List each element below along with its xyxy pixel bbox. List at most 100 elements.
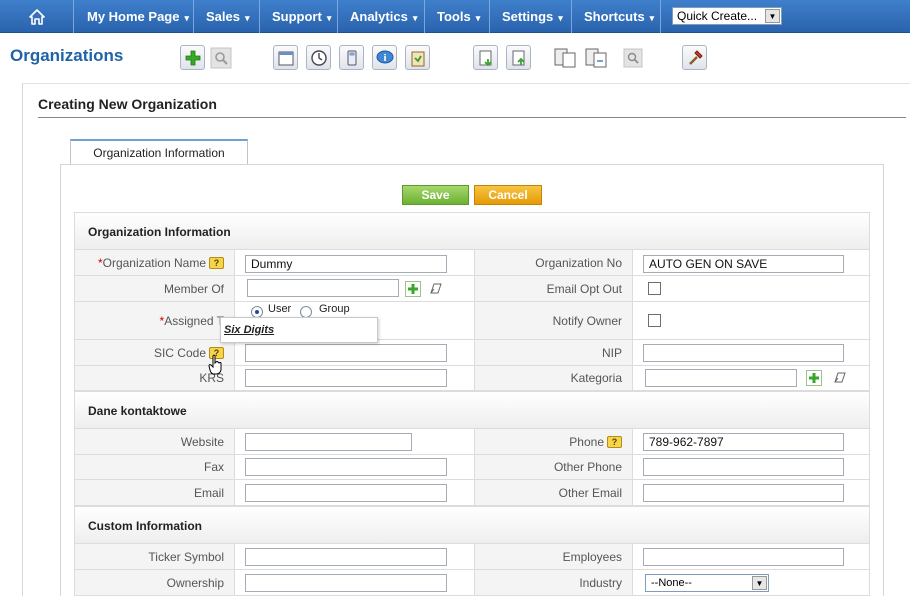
form-row: Ticker Symbol Employees bbox=[74, 544, 870, 570]
nip-label: NIP bbox=[474, 340, 633, 365]
merge-button[interactable] bbox=[552, 45, 577, 70]
industry-value: --None-- bbox=[651, 577, 692, 589]
plus-icon bbox=[408, 284, 418, 294]
employees-input[interactable] bbox=[643, 548, 844, 566]
svg-text:i: i bbox=[383, 54, 386, 64]
other-email-input[interactable] bbox=[643, 484, 844, 502]
hammer-icon bbox=[688, 49, 703, 65]
form-row: Member Of Email Opt Out bbox=[74, 276, 870, 302]
eraser-icon[interactable] bbox=[429, 283, 443, 295]
email-opt-out-label: Email Opt Out bbox=[474, 276, 633, 301]
info-button[interactable]: i bbox=[372, 45, 397, 70]
form-row: KRS Kategoria bbox=[74, 366, 870, 391]
export-icon bbox=[512, 50, 525, 65]
help-icon[interactable]: ? bbox=[607, 435, 622, 448]
ticker-symbol-label: Ticker Symbol bbox=[75, 544, 235, 569]
nav-my-home-page[interactable]: My Home Page ▾ bbox=[75, 0, 194, 33]
settings-button[interactable] bbox=[682, 45, 707, 70]
clock-icon bbox=[310, 49, 327, 66]
clipboard-button[interactable] bbox=[405, 45, 430, 70]
chevron-down-icon: ▾ bbox=[649, 13, 655, 23]
form-row: Email Other Email bbox=[74, 480, 870, 506]
organization-name-label: * Organization Name? bbox=[75, 250, 235, 275]
form-row: * Organization Name? Dummy Organization N… bbox=[74, 250, 870, 276]
chevron-down-icon: ▾ bbox=[184, 13, 190, 23]
sic-code-input[interactable] bbox=[245, 344, 447, 362]
member-of-input[interactable] bbox=[247, 279, 399, 297]
hand-cursor-icon bbox=[208, 354, 222, 375]
nav-label: Tools bbox=[437, 9, 471, 24]
chevron-down-icon: ▾ bbox=[244, 13, 250, 23]
clock-button[interactable] bbox=[306, 45, 331, 70]
website-label: Website bbox=[75, 429, 235, 454]
nav-analytics[interactable]: Analytics ▾ bbox=[338, 0, 425, 33]
other-email-label: Other Email bbox=[474, 480, 633, 505]
other-phone-label: Other Phone bbox=[474, 455, 633, 479]
help-icon[interactable]: ? bbox=[209, 256, 224, 269]
organization-name-input[interactable]: Dummy bbox=[245, 255, 447, 273]
sic-code-tooltip: Six Digits bbox=[220, 317, 378, 343]
form-row: SIC Code? NIP bbox=[74, 340, 870, 366]
export-button[interactable] bbox=[506, 45, 531, 70]
nav-label: Settings bbox=[502, 9, 554, 24]
create-button[interactable] bbox=[180, 45, 205, 70]
form-row: Fax Other Phone bbox=[74, 455, 870, 480]
form-row: Website Phone? 789-962-7897 bbox=[74, 429, 870, 455]
other-phone-input[interactable] bbox=[643, 458, 844, 476]
kategoria-input[interactable] bbox=[645, 369, 797, 387]
top-nav-bar: My Home Page ▾ Sales ▾ Support ▾ Analytics ▾… bbox=[0, 0, 910, 33]
tab-organization-information[interactable]: Organization Information bbox=[70, 139, 248, 165]
divider bbox=[38, 117, 906, 118]
select-kategoria-button[interactable] bbox=[806, 370, 822, 386]
organization-no-input[interactable]: AUTO GEN ON SAVE bbox=[643, 255, 844, 273]
industry-label: Industry bbox=[474, 570, 633, 595]
nip-input[interactable] bbox=[643, 344, 844, 362]
import-button[interactable] bbox=[473, 45, 498, 70]
industry-select[interactable]: --None-- ▼ bbox=[645, 574, 769, 592]
quick-create-select[interactable]: Quick Create... ▼ bbox=[672, 7, 782, 25]
nav-shortcuts[interactable]: Shortcuts ▾ bbox=[572, 0, 661, 33]
nav-settings[interactable]: Settings ▾ bbox=[490, 0, 572, 33]
employees-label: Employees bbox=[474, 544, 633, 569]
calculator-button[interactable] bbox=[339, 45, 364, 70]
section-header-custom: Custom Information bbox=[74, 506, 870, 544]
ownership-input[interactable] bbox=[245, 574, 447, 592]
home-button[interactable] bbox=[0, 0, 74, 33]
calculator-icon bbox=[347, 50, 356, 65]
import-icon bbox=[479, 50, 492, 66]
chevron-down-icon: ▾ bbox=[326, 13, 332, 23]
ownership-label: Ownership bbox=[75, 570, 235, 595]
find-duplicates-button[interactable] bbox=[620, 45, 645, 70]
email-opt-out-checkbox[interactable] bbox=[648, 282, 661, 295]
nav-label: My Home Page bbox=[87, 9, 180, 24]
assign-group-label: Group bbox=[319, 303, 350, 315]
nav-tools[interactable]: Tools ▾ bbox=[425, 0, 490, 33]
ticker-symbol-input[interactable] bbox=[245, 548, 447, 566]
search-button[interactable] bbox=[208, 45, 233, 70]
select-parent-button[interactable] bbox=[405, 281, 421, 297]
nav-label: Sales bbox=[206, 9, 240, 24]
mass-edit-button[interactable] bbox=[583, 45, 608, 70]
calendar-button[interactable] bbox=[273, 45, 298, 70]
krs-input[interactable] bbox=[245, 369, 447, 387]
section-header-contact: Dane kontaktowe bbox=[74, 391, 870, 429]
organization-no-label: Organization No bbox=[474, 250, 633, 275]
search-icon bbox=[210, 47, 231, 68]
website-input[interactable] bbox=[245, 433, 412, 451]
eraser-icon[interactable] bbox=[833, 372, 847, 384]
email-input[interactable] bbox=[245, 484, 447, 502]
label-text: Assigned T bbox=[164, 313, 224, 328]
phone-input[interactable]: 789-962-7897 bbox=[643, 433, 844, 451]
nav-support[interactable]: Support ▾ bbox=[260, 0, 338, 33]
plus-icon bbox=[809, 373, 819, 383]
chevron-down-icon: ▾ bbox=[475, 13, 481, 23]
save-button[interactable]: Save bbox=[402, 185, 469, 205]
fax-input[interactable] bbox=[245, 458, 447, 476]
cancel-button[interactable]: Cancel bbox=[474, 185, 542, 205]
email-label: Email bbox=[75, 480, 235, 505]
chevron-down-icon: ▾ bbox=[558, 13, 563, 23]
nav-sales[interactable]: Sales ▾ bbox=[194, 0, 260, 33]
form-row: * Assigned T User Group Notify Owner bbox=[74, 302, 870, 340]
chevron-down-icon: ▾ bbox=[412, 13, 418, 23]
notify-owner-checkbox[interactable] bbox=[648, 314, 661, 327]
